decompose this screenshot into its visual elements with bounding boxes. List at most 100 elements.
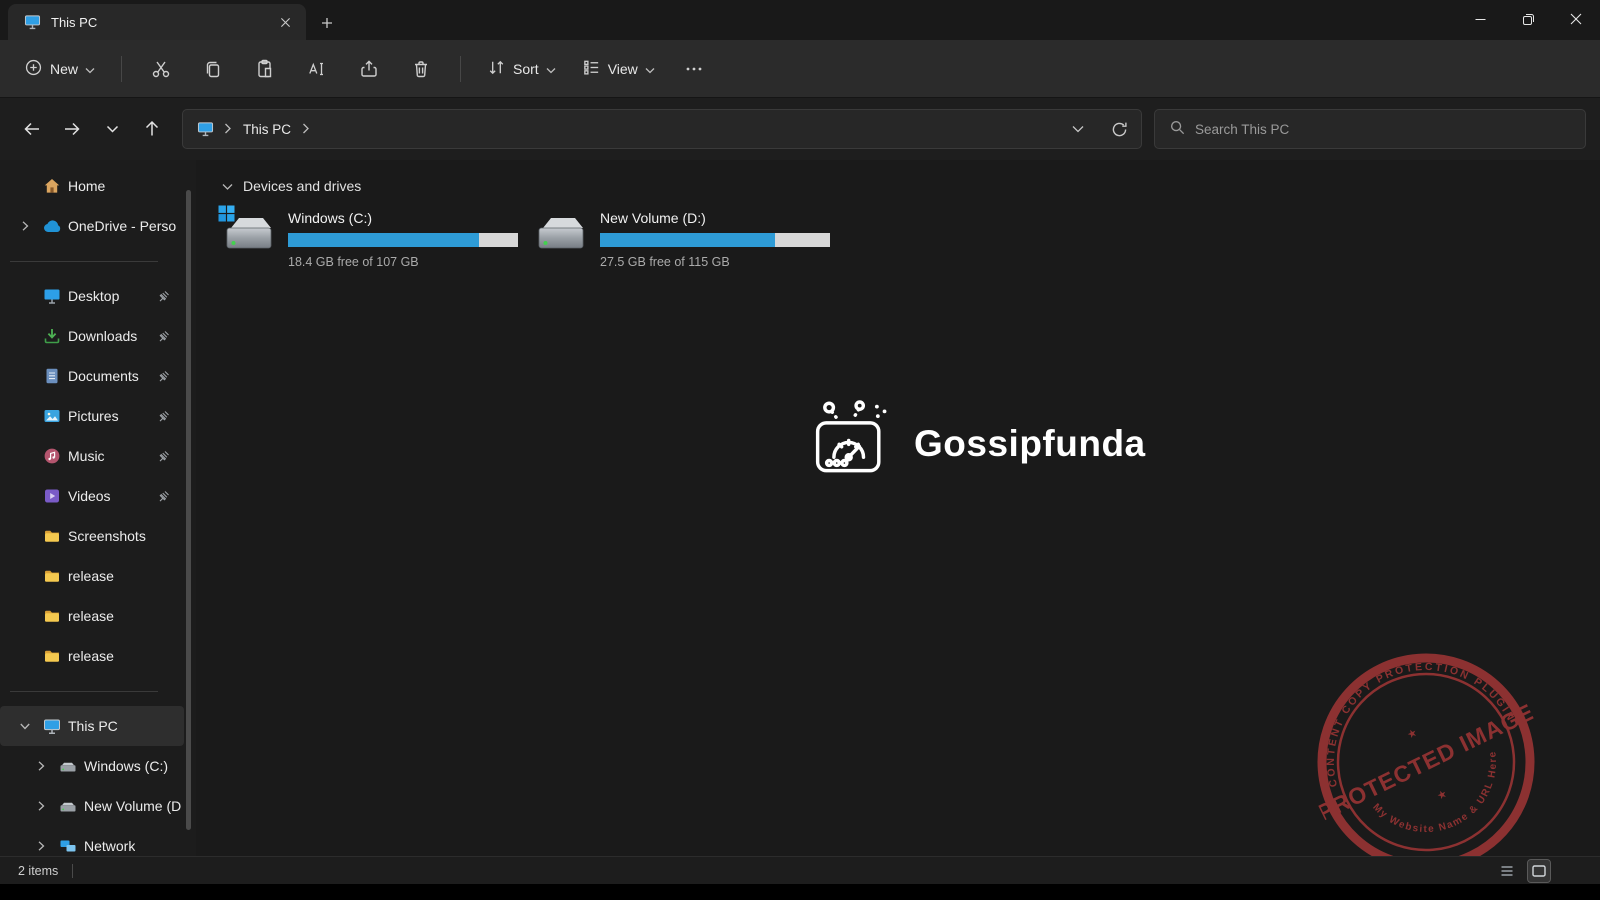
details-view-button[interactable] xyxy=(1496,860,1518,882)
sidebar-divider xyxy=(0,676,184,706)
sidebar-item-release[interactable]: release xyxy=(0,636,184,676)
drive-icon xyxy=(58,796,78,816)
breadcrumb-this-pc[interactable]: This PC xyxy=(241,120,293,139)
chevron-right-icon[interactable] xyxy=(30,835,52,856)
navigation-row: This PC xyxy=(0,98,1600,160)
address-dropdown-button[interactable] xyxy=(1062,113,1094,145)
pin-icon xyxy=(157,290,170,303)
chevron-down-icon[interactable] xyxy=(14,715,36,737)
windows-logo-badge xyxy=(218,205,235,227)
chevron-slot xyxy=(14,405,36,427)
copy-button[interactable] xyxy=(192,49,234,89)
desktop-icon xyxy=(42,286,62,306)
back-button[interactable] xyxy=(14,112,50,146)
pin-icon xyxy=(157,490,170,503)
refresh-button[interactable] xyxy=(1103,113,1135,145)
svg-text:★: ★ xyxy=(1435,788,1449,803)
capacity-bar xyxy=(600,233,830,247)
chevron-right-icon[interactable] xyxy=(30,755,52,777)
devices-and-drives-header[interactable]: Devices and drives xyxy=(222,178,1600,194)
drive-tile-new-volume-d[interactable]: New Volume (D:) 27.5 GB free of 115 GB xyxy=(534,210,832,269)
file-explorer-window: This PC New xyxy=(0,0,1600,884)
status-separator xyxy=(72,864,73,878)
downloads-icon xyxy=(42,326,62,346)
sidebar-item-onedrive[interactable]: OneDrive - Perso xyxy=(0,206,184,246)
sidebar-scrollbar[interactable] xyxy=(186,190,191,830)
forward-button[interactable] xyxy=(54,112,90,146)
chevron-slot xyxy=(14,445,36,467)
chevron-slot xyxy=(14,485,36,507)
sidebar-item-this-pc[interactable]: This PC xyxy=(0,706,184,746)
chevron-right-icon[interactable] xyxy=(14,215,36,237)
sidebar-item-music[interactable]: Music xyxy=(0,436,184,476)
address-bar[interactable]: This PC xyxy=(182,109,1142,149)
sidebar-item-desktop[interactable]: Desktop xyxy=(0,276,184,316)
cut-button[interactable] xyxy=(140,49,182,89)
toolbar-separator xyxy=(460,56,461,82)
chevron-slot xyxy=(14,605,36,627)
view-button[interactable]: View xyxy=(574,49,663,89)
chevron-slot xyxy=(14,325,36,347)
new-button[interactable]: New xyxy=(16,49,103,89)
items-count: 2 items xyxy=(18,864,58,878)
paste-button[interactable] xyxy=(244,49,286,89)
delete-button[interactable] xyxy=(400,49,442,89)
folder-icon xyxy=(42,606,62,626)
sidebar-item-windows-c[interactable]: Windows (C:) xyxy=(0,746,184,786)
drive-info: Windows (C:) 18.4 GB free of 107 GB xyxy=(288,210,518,269)
sidebar-item-downloads[interactable]: Downloads xyxy=(0,316,184,356)
chevron-slot xyxy=(14,365,36,387)
recent-locations-button[interactable] xyxy=(94,112,130,146)
this-pc-icon xyxy=(22,12,42,32)
tab-close-icon[interactable] xyxy=(272,9,298,35)
close-button[interactable] xyxy=(1552,0,1600,38)
chevron-down-icon xyxy=(85,61,95,77)
pin-icon xyxy=(157,410,170,423)
search-icon xyxy=(1169,119,1185,140)
sidebar-divider xyxy=(0,246,184,276)
collapse-chevron-icon xyxy=(222,178,233,194)
share-button[interactable] xyxy=(348,49,390,89)
sidebar-item-release[interactable]: release xyxy=(0,556,184,596)
pin-icon xyxy=(157,370,170,383)
toolbar-separator xyxy=(121,56,122,82)
onedrive-cloud-icon xyxy=(42,216,62,236)
pictures-icon xyxy=(42,406,62,426)
large-icons-view-button[interactable] xyxy=(1528,860,1550,882)
sidebar-item-documents[interactable]: Documents xyxy=(0,356,184,396)
logo-text: Gossipfunda xyxy=(914,423,1146,465)
sidebar-item-pictures[interactable]: Pictures xyxy=(0,396,184,436)
folder-icon xyxy=(42,526,62,546)
search-input[interactable] xyxy=(1195,122,1571,137)
view-icon xyxy=(582,58,601,80)
section-title: Devices and drives xyxy=(243,178,361,194)
drive-name: Windows (C:) xyxy=(288,210,518,226)
minimize-button[interactable] xyxy=(1456,0,1504,38)
chevron-slot xyxy=(14,285,36,307)
capacity-bar xyxy=(288,233,518,247)
chevron-right-icon[interactable] xyxy=(30,795,52,817)
chevron-slot xyxy=(14,175,36,197)
breadcrumb-chevron-icon xyxy=(302,122,310,137)
sidebar-item-network[interactable]: Network xyxy=(0,826,184,856)
drive-name: New Volume (D:) xyxy=(600,210,830,226)
sidebar-item-release[interactable]: release xyxy=(0,596,184,636)
sidebar-item-home[interactable]: Home xyxy=(0,166,184,206)
free-space-text: 27.5 GB free of 115 GB xyxy=(600,255,830,269)
sidebar-item-videos[interactable]: Videos xyxy=(0,476,184,516)
documents-icon xyxy=(42,366,62,386)
free-space-text: 18.4 GB free of 107 GB xyxy=(288,255,518,269)
new-tab-button[interactable] xyxy=(314,10,340,36)
chevron-slot xyxy=(14,525,36,547)
tab-this-pc[interactable]: This PC xyxy=(8,4,306,40)
restore-button[interactable] xyxy=(1504,0,1552,38)
sidebar-item-new-volume-d[interactable]: New Volume (D xyxy=(0,786,184,826)
drive-tile-windows-c[interactable]: Windows (C:) 18.4 GB free of 107 GB xyxy=(222,210,520,269)
rename-button[interactable] xyxy=(296,49,338,89)
videos-icon xyxy=(42,486,62,506)
search-box[interactable] xyxy=(1154,109,1586,149)
sidebar-item-screenshots[interactable]: Screenshots xyxy=(0,516,184,556)
sort-button[interactable]: Sort xyxy=(479,49,564,89)
up-button[interactable] xyxy=(134,112,170,146)
more-options-button[interactable] xyxy=(673,49,715,89)
